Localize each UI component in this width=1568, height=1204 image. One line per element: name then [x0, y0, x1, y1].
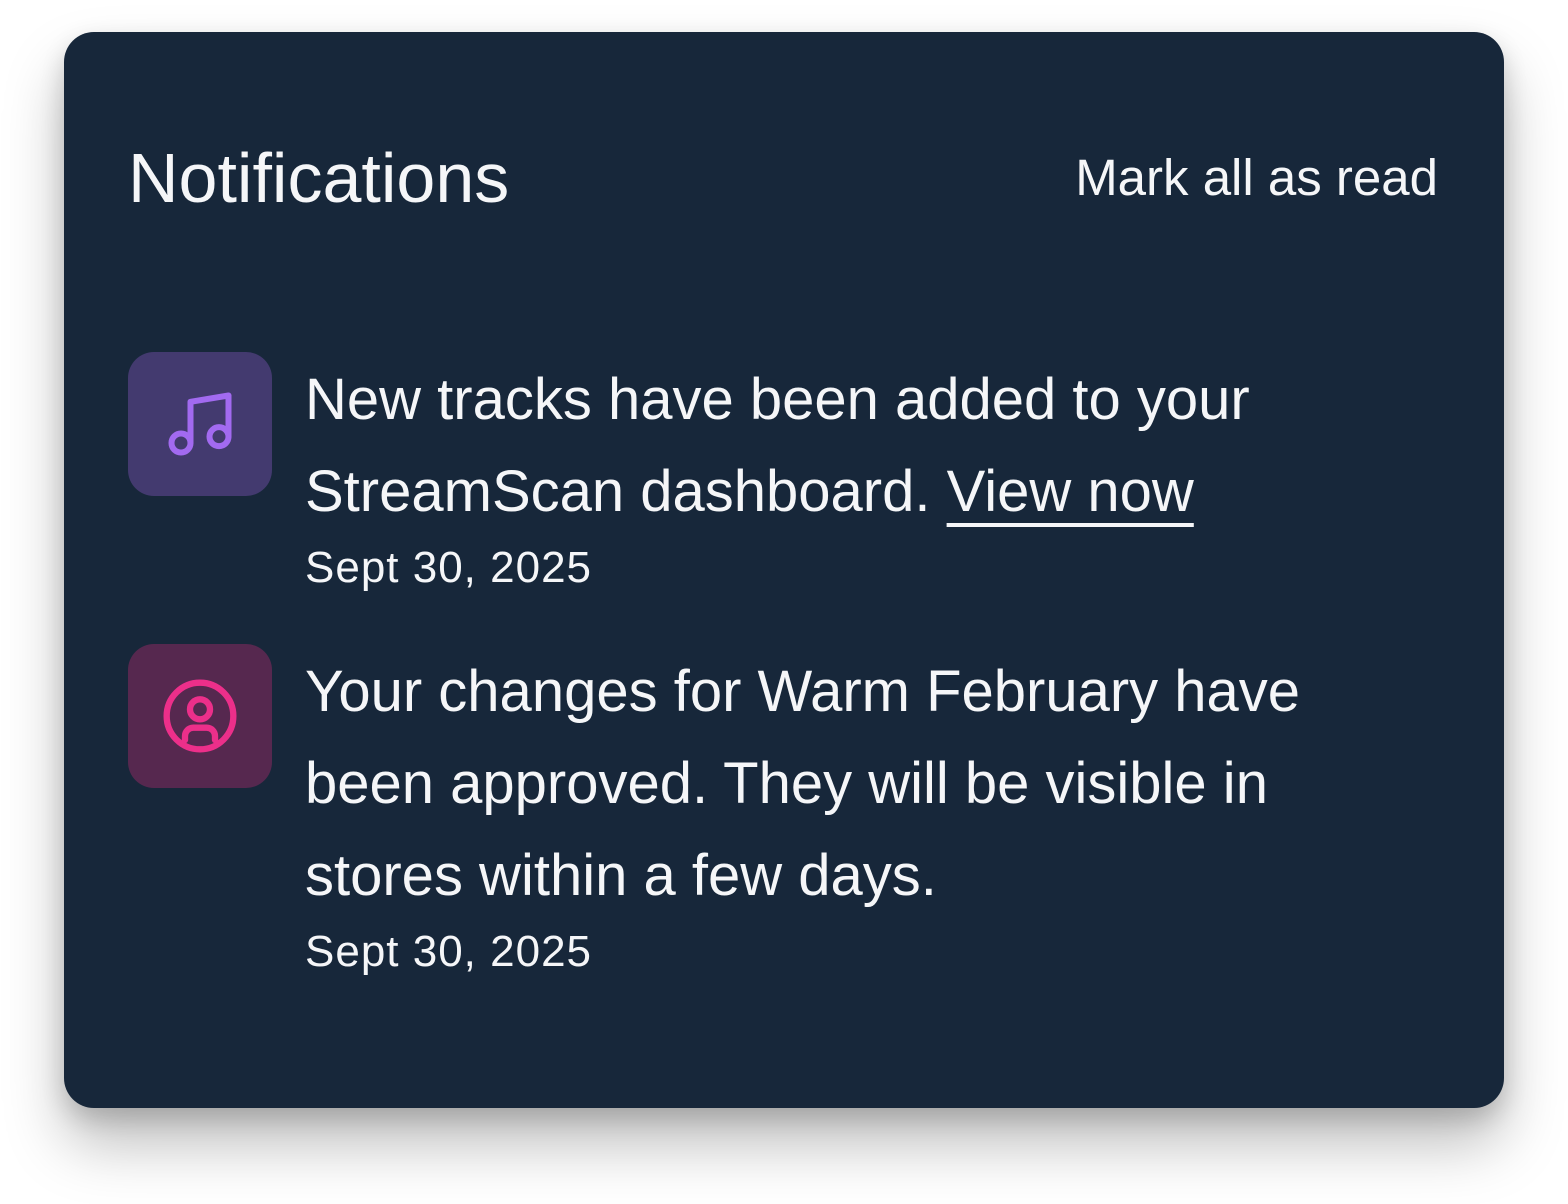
- notification-item[interactable]: Your changes for Warm February have been…: [128, 644, 1438, 980]
- notification-item[interactable]: New tracks have been added to your Strea…: [128, 352, 1438, 596]
- notifications-header: Notifications Mark all as read: [128, 132, 1438, 224]
- notification-message: New tracks have been added to your Strea…: [305, 354, 1438, 538]
- notification-content: New tracks have been added to your Strea…: [305, 352, 1438, 596]
- page-title: Notifications: [128, 139, 510, 217]
- notification-message: Your changes for Warm February have been…: [305, 659, 1301, 908]
- notification-icon-badge: [128, 644, 272, 788]
- music-note-icon: [168, 392, 232, 456]
- notification-content: Your changes for Warm February have been…: [305, 644, 1438, 980]
- notification-icon-badge: [128, 352, 272, 496]
- notification-date: Sept 30, 2025: [305, 543, 593, 592]
- mark-all-read-button[interactable]: Mark all as read: [1075, 142, 1438, 214]
- notification-list: New tracks have been added to your Strea…: [128, 352, 1438, 980]
- user-circle-icon: [163, 679, 237, 753]
- notification-date: Sept 30, 2025: [305, 927, 593, 976]
- view-now-link[interactable]: View now: [947, 459, 1194, 524]
- notifications-panel: Notifications Mark all as read New track…: [64, 32, 1504, 1108]
